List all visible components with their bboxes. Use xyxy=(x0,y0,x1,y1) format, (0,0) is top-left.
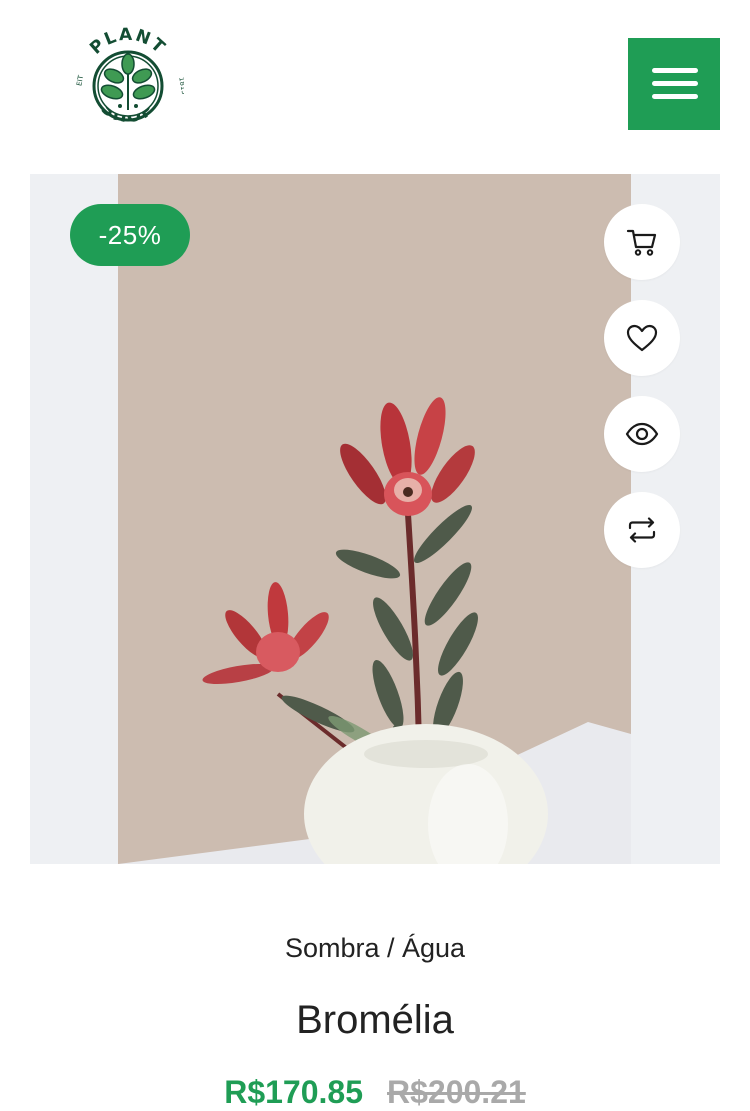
wishlist-button[interactable] xyxy=(604,300,680,376)
svg-text:1815: 1815 xyxy=(177,76,184,95)
discount-badge: -25% xyxy=(70,204,190,266)
price-row: R$170.85 R$200.21 xyxy=(0,1074,750,1111)
menu-icon-bar xyxy=(652,81,698,86)
menu-button[interactable] xyxy=(628,38,720,130)
svg-text:EIT: EIT xyxy=(75,74,85,87)
plant-shop-logo[interactable]: PLANT SHOP EIT 1815 xyxy=(72,22,184,142)
compare-button[interactable] xyxy=(604,492,680,568)
cart-icon xyxy=(626,229,657,256)
menu-icon-bar xyxy=(652,94,698,99)
original-price: R$200.21 xyxy=(387,1074,526,1110)
quick-view-button[interactable] xyxy=(604,396,680,472)
hamburger-menu-icon xyxy=(652,68,698,73)
current-price: R$170.85 xyxy=(224,1074,363,1110)
compare-arrows-icon xyxy=(628,517,656,543)
product-category[interactable]: Sombra / Água xyxy=(0,933,750,964)
add-to-cart-button[interactable] xyxy=(604,204,680,280)
product-photo-illustration xyxy=(118,174,631,864)
plant-shop-logo-icon: PLANT SHOP EIT 1815 xyxy=(75,25,184,128)
eye-icon xyxy=(625,422,659,446)
product-name[interactable]: Bromélia xyxy=(0,998,750,1043)
product-image[interactable] xyxy=(118,174,631,864)
site-header: PLANT SHOP EIT 1815 xyxy=(0,0,750,160)
product-card[interactable]: -25% xyxy=(30,174,720,864)
heart-icon xyxy=(626,324,658,352)
